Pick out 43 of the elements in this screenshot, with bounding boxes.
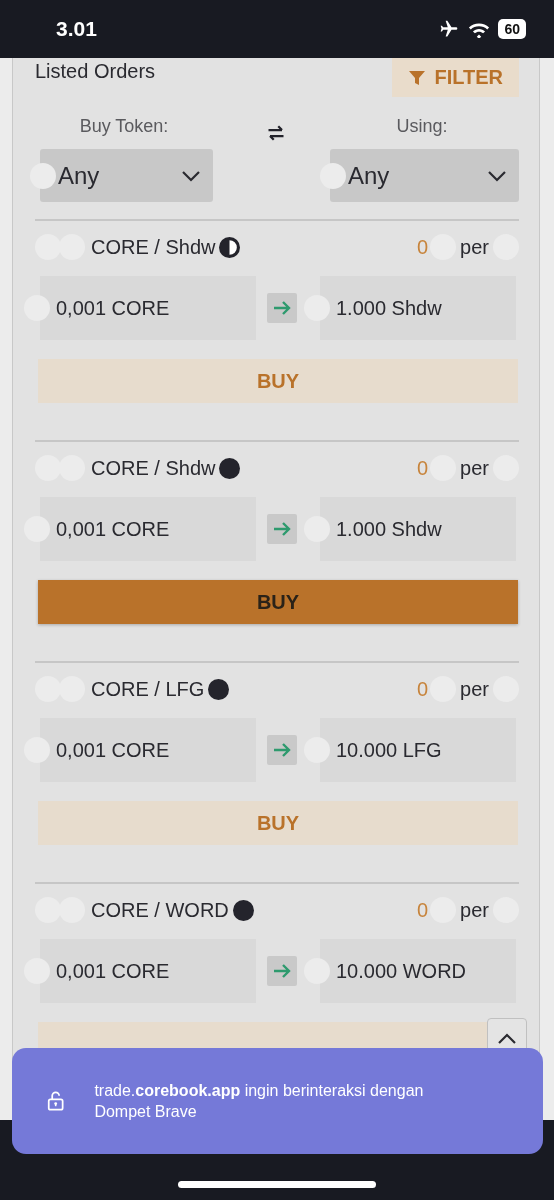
arrow-right-icon xyxy=(267,956,297,986)
price-value: 0 xyxy=(416,677,429,701)
per-label: per xyxy=(460,677,489,701)
token-pair: CORE / WORD xyxy=(91,898,229,922)
funnel-icon xyxy=(408,68,427,87)
amount-text: 10.000 LFG xyxy=(336,738,442,762)
amount-text: 0,001 CORE xyxy=(56,959,170,983)
arrow-right-icon xyxy=(267,514,297,544)
amount-text: 1.000 Shdw xyxy=(336,517,442,541)
buy-button[interactable]: BUY xyxy=(38,801,518,845)
chevron-up-icon xyxy=(497,1033,517,1045)
filter-button[interactable]: FILTER xyxy=(392,58,519,97)
token-dropdown[interactable]: Any xyxy=(330,149,519,202)
token-dropdown[interactable]: Any xyxy=(40,149,213,202)
battery-level: 60 xyxy=(498,19,526,39)
token-placeholder-icon xyxy=(30,163,56,189)
filter-label: Using: xyxy=(396,116,448,137)
buy-button[interactable]: BUY xyxy=(38,580,518,624)
chevron-down-icon xyxy=(181,169,201,182)
buy-button[interactable]: BUY xyxy=(38,359,518,403)
token-placeholder-icon xyxy=(320,163,346,189)
token-pair: CORE / Shdw xyxy=(91,456,216,480)
arrow-right-icon xyxy=(267,735,297,765)
price-value: 0 xyxy=(416,235,429,259)
toast-message: trade.corebook.app ingin berinteraksi dengan Dompet Brave xyxy=(94,1081,425,1122)
amount-text: 0,001 CORE xyxy=(56,738,170,762)
amount-text: 0,001 CORE xyxy=(56,296,170,320)
token-pair: CORE / LFG xyxy=(91,677,205,701)
amount-text: 10.000 WORD xyxy=(336,959,467,983)
amount-text: 0,001 CORE xyxy=(56,517,170,541)
arrow-right-icon xyxy=(267,293,297,323)
chevron-down-icon xyxy=(487,169,507,182)
per-label: per xyxy=(460,456,489,480)
per-label: per xyxy=(460,235,489,259)
price-value: 0 xyxy=(416,898,429,922)
token-pair: CORE / Shdw xyxy=(91,235,216,259)
unlock-icon xyxy=(47,1089,65,1113)
amount-text: 1.000 Shdw xyxy=(336,296,442,320)
price-value: 0 xyxy=(416,456,429,480)
per-label: per xyxy=(460,898,489,922)
section-title: Listed Orders xyxy=(35,60,156,83)
status-time: 3.01 xyxy=(56,17,97,41)
filter-label: Buy Token: xyxy=(79,116,169,137)
